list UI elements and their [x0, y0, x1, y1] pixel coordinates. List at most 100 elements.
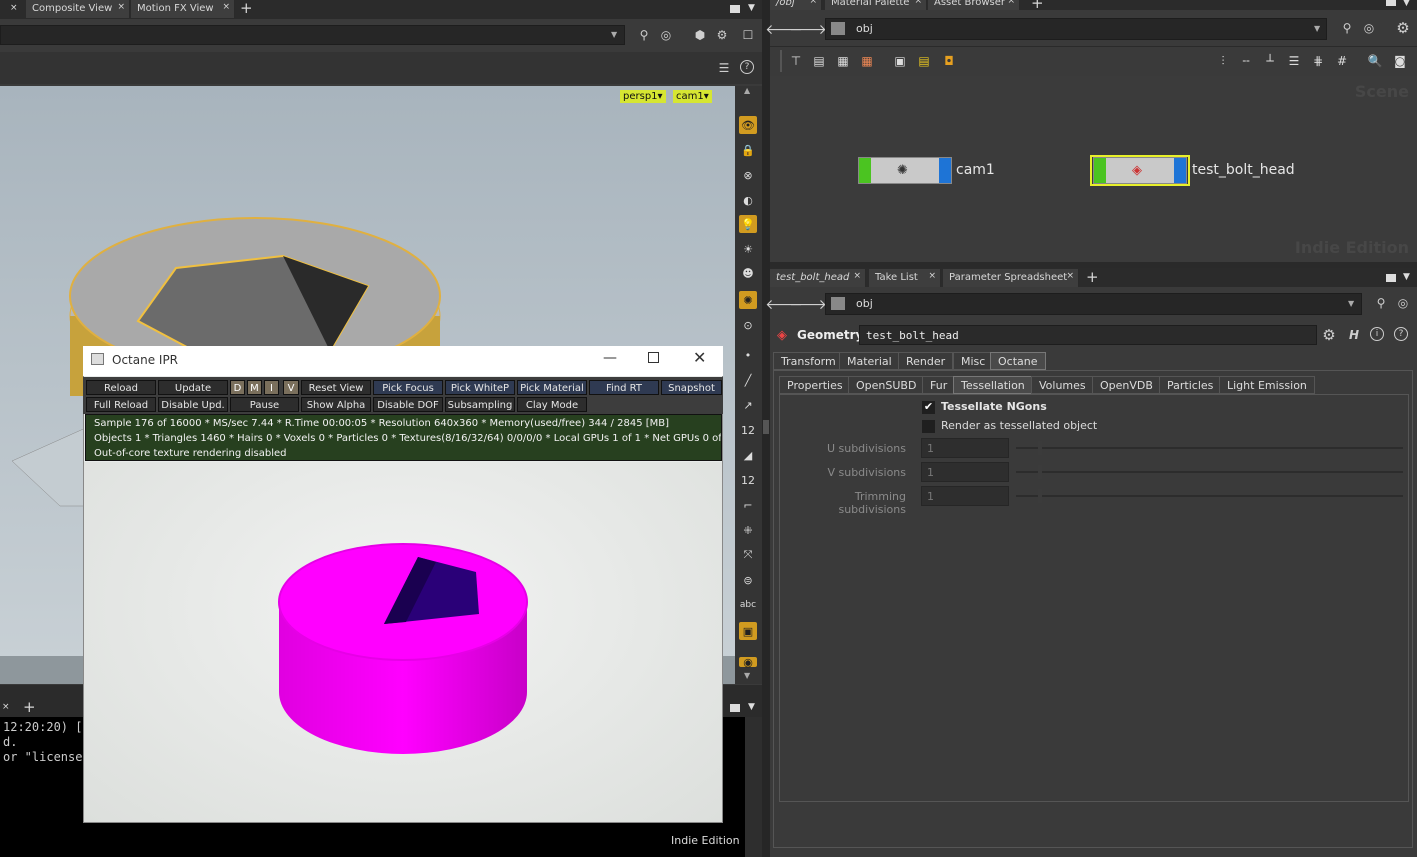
- v-subdivisions-slider[interactable]: [1016, 471, 1403, 473]
- node-test-bolt-head[interactable]: ◈: [1093, 157, 1187, 184]
- tab-properties[interactable]: Properties: [779, 376, 851, 394]
- u-subdivisions-slider[interactable]: [1016, 447, 1403, 449]
- tab-motion-fx-view[interactable]: Motion FX View ×: [131, 0, 235, 18]
- text-abc-icon[interactable]: abc: [739, 596, 757, 614]
- ipr-render-view[interactable]: [84, 462, 722, 822]
- list-icon[interactable]: ▤: [810, 52, 828, 70]
- camera-icon[interactable]: ◙: [1391, 52, 1409, 70]
- uv-icon[interactable]: ⤧: [739, 546, 757, 564]
- u-subdivisions-knob[interactable]: [1038, 441, 1042, 455]
- tab-take-list[interactable]: Take List ×: [869, 269, 941, 287]
- visibility-icon[interactable]: ⊙: [739, 316, 757, 334]
- help-icon[interactable]: ?: [740, 60, 754, 74]
- param-path-field[interactable]: obj: [825, 293, 1362, 315]
- tab-fur[interactable]: Fur: [922, 376, 956, 394]
- tab-light-emission[interactable]: Light Emission: [1219, 376, 1315, 394]
- close-icon[interactable]: ×: [914, 0, 922, 6]
- profile-icon[interactable]: ⊜: [739, 571, 757, 589]
- node-label[interactable]: test_bolt_head: [1192, 162, 1295, 178]
- sticky-note-icon[interactable]: ▤: [915, 52, 933, 70]
- headlight-icon[interactable]: ☻: [739, 264, 757, 282]
- display-options-icon[interactable]: ⚙: [714, 27, 730, 43]
- network-path-field[interactable]: obj: [825, 18, 1327, 40]
- v-button[interactable]: V: [283, 380, 299, 395]
- close-icon[interactable]: ×: [853, 271, 861, 281]
- light-add-icon[interactable]: ☀: [739, 240, 757, 258]
- close-icon[interactable]: ×: [809, 0, 817, 6]
- chevron-down-icon[interactable]: ▼: [611, 30, 617, 39]
- close-icon[interactable]: ×: [1007, 0, 1015, 6]
- tab-tessellation[interactable]: Tessellation: [953, 376, 1033, 394]
- pane-dropdown-icon[interactable]: ▼: [1403, 0, 1410, 8]
- light-bulb-icon[interactable]: 💡: [739, 215, 757, 233]
- i-button[interactable]: I: [264, 380, 279, 395]
- vertex-icon[interactable]: ⁜: [739, 521, 757, 539]
- render-tessellated-checkbox[interactable]: [922, 420, 935, 433]
- disable-dof-button[interactable]: Disable DOF: [373, 397, 443, 412]
- settings-sliders-icon[interactable]: ☰: [716, 60, 732, 76]
- vector-icon[interactable]: ↗: [739, 396, 757, 414]
- grid-dots-icon[interactable]: ⋕: [1309, 52, 1327, 70]
- node-name-field[interactable]: test_bolt_head: [859, 325, 1317, 345]
- show-alpha-button[interactable]: Show Alpha: [301, 397, 371, 412]
- close-icon[interactable]: ×: [2, 702, 10, 712]
- clay-mode-button[interactable]: Clay Mode: [517, 397, 587, 412]
- color-palette-icon[interactable]: ▦: [858, 52, 876, 70]
- gear-icon[interactable]: ⚙: [1395, 19, 1411, 37]
- shadow-icon[interactable]: ✺: [739, 291, 757, 309]
- tab-misc[interactable]: Misc: [953, 352, 994, 370]
- zoom-icon[interactable]: 🔍: [1366, 52, 1384, 70]
- pick-material-button[interactable]: Pick Material: [517, 380, 587, 395]
- target-icon[interactable]: ◎: [658, 27, 674, 43]
- update-button[interactable]: Update: [158, 380, 228, 395]
- more-icon[interactable]: ◉: [739, 656, 757, 669]
- left-path-field[interactable]: [0, 25, 625, 45]
- tessellate-ngons-checkbox[interactable]: ✔: [922, 401, 935, 414]
- tab-transform[interactable]: Transform: [773, 352, 844, 370]
- add-tab-icon[interactable]: +: [23, 698, 36, 716]
- subnet-icon[interactable]: ◘: [940, 52, 958, 70]
- v-subdivisions-knob[interactable]: [1038, 465, 1042, 479]
- pane-menu-icon[interactable]: [1386, 0, 1396, 6]
- tree-icon[interactable]: ⊤: [787, 52, 805, 70]
- node-render-flag[interactable]: [1174, 158, 1186, 183]
- subsampling-button[interactable]: Subsampling: [445, 397, 515, 412]
- point-icon[interactable]: •: [739, 346, 757, 364]
- target-icon[interactable]: ◎: [1395, 295, 1411, 311]
- tab-close-icon[interactable]: ×: [10, 3, 18, 13]
- pane-menu-icon[interactable]: [1386, 274, 1396, 282]
- shading-icon[interactable]: ◐: [739, 191, 757, 209]
- add-tab-icon[interactable]: +: [240, 0, 253, 17]
- tab-volumes[interactable]: Volumes: [1031, 376, 1094, 394]
- pane-dropdown-icon[interactable]: ▼: [1403, 272, 1410, 282]
- stack-icon[interactable]: ☰: [1285, 52, 1303, 70]
- params-icon[interactable]: ▦: [834, 52, 852, 70]
- trimming-subdivisions-slider[interactable]: [1016, 495, 1403, 497]
- close-icon[interactable]: ×: [928, 271, 936, 281]
- pin-icon[interactable]: ⚲: [1373, 295, 1389, 311]
- tab-openvdb[interactable]: OpenVDB: [1092, 376, 1161, 394]
- ipr-title-bar[interactable]: [83, 346, 723, 376]
- prim-numbers-icon[interactable]: 12: [739, 471, 757, 489]
- grid-icon[interactable]: #: [1333, 52, 1351, 70]
- param-scroll-handle[interactable]: [763, 420, 769, 434]
- close-icon[interactable]: ✕: [693, 348, 706, 367]
- background-image-icon[interactable]: ▣: [739, 622, 757, 640]
- pane-menu-icon[interactable]: [730, 5, 740, 13]
- houdini-help-icon[interactable]: H: [1346, 327, 1362, 343]
- pane-dropdown-icon[interactable]: ▼: [748, 702, 755, 712]
- pick-focus-button[interactable]: Pick Focus: [373, 380, 443, 395]
- add-tab-icon[interactable]: +: [1086, 268, 1099, 286]
- v-subdivisions-field[interactable]: 1: [921, 462, 1009, 482]
- layout-icon[interactable]: ┴: [1261, 52, 1279, 70]
- trimming-subdivisions-field[interactable]: 1: [921, 486, 1009, 506]
- target-icon[interactable]: ◎: [1361, 20, 1377, 36]
- reset-view-button[interactable]: Reset View: [301, 380, 371, 395]
- normal-icon[interactable]: ╱: [739, 371, 757, 389]
- pane-dropdown-icon[interactable]: ▼: [748, 3, 755, 13]
- lock-icon[interactable]: 🔒: [739, 141, 757, 159]
- node-render-flag[interactable]: [939, 158, 951, 183]
- edge-icon[interactable]: ⌐: [739, 496, 757, 514]
- m-button[interactable]: M: [247, 380, 262, 395]
- chevron-down-icon[interactable]: ▼: [1314, 24, 1320, 33]
